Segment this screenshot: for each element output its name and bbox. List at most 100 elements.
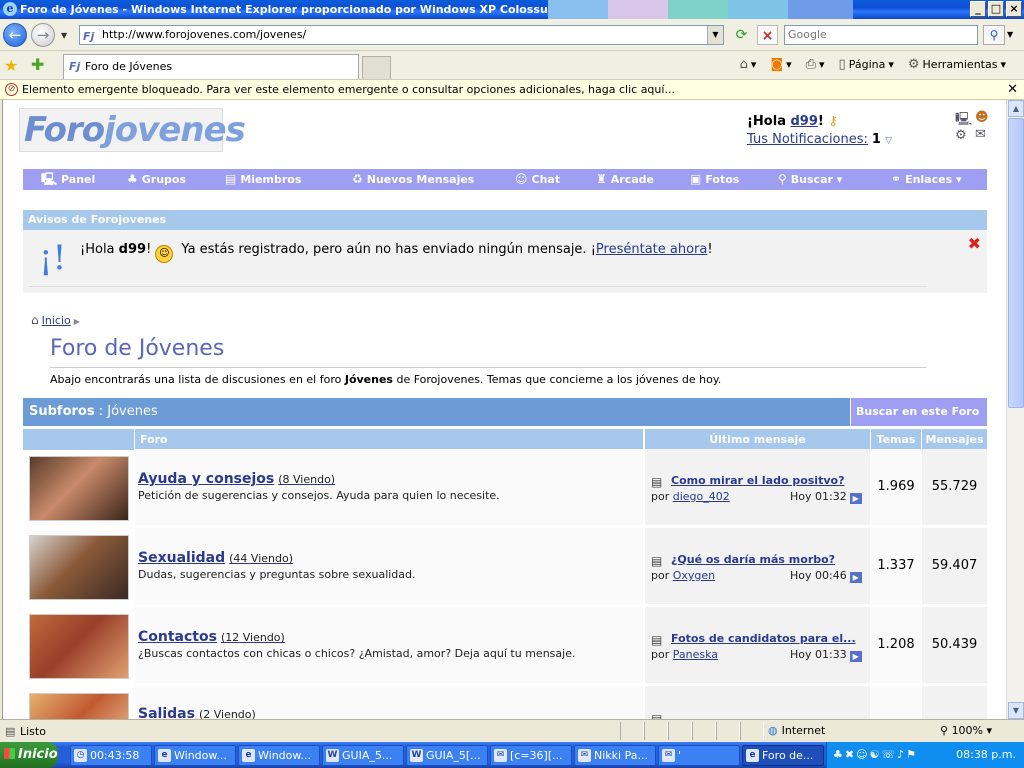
notifications-link[interactable]: Tus Notificaciones:	[747, 132, 868, 147]
taskbar-button[interactable]: W GUIA_5...	[322, 745, 404, 766]
link-icon: ⚭	[891, 172, 902, 186]
close-button[interactable]: ×	[1006, 1, 1022, 17]
print-button[interactable]: ⎙ ▾	[806, 57, 825, 72]
breadcrumb-inicio[interactable]: Inicio	[42, 314, 71, 327]
scroll-thumb[interactable]	[1008, 118, 1024, 408]
forum-thumbnail[interactable]	[29, 535, 129, 600]
author-link[interactable]: diego_402	[673, 490, 730, 503]
gear-icon: ⚙	[907, 57, 920, 72]
taskbar-button[interactable]: W GUIA_5[...	[406, 745, 488, 766]
taskbar-button[interactable]: ✉ [c=36][...	[490, 745, 572, 766]
forum-name-link[interactable]: Salidas (2 Viendo)	[138, 706, 256, 719]
forum-column-header: Foro	[135, 429, 643, 450]
task-app-icon: ✉	[662, 749, 675, 762]
infobar-close-icon[interactable]: ✕	[1007, 80, 1018, 99]
search-options-icon[interactable]: ▼	[1007, 30, 1013, 39]
nav-fotos[interactable]: ▣ Fotos	[690, 169, 739, 190]
forum-name-link[interactable]: Ayuda y consejos (8 Viendo)	[138, 471, 335, 487]
taskbar-button[interactable]: ✉ Nikki Pa...	[574, 745, 656, 766]
nav-nuevos-mensajes[interactable]: ♻ Nuevos Mensajes	[352, 169, 474, 190]
taskbar-button[interactable]: e Foro de...	[742, 745, 824, 766]
thumb-column-header	[23, 429, 134, 450]
nav-enlaces[interactable]: ⚭ Enlaces ▾	[891, 169, 961, 190]
last-post-title-link[interactable]: ¿Qué os daría más morbo?	[671, 553, 867, 566]
new-tab-button[interactable]	[362, 56, 391, 79]
favorites-star-icon[interactable]: ★	[4, 56, 18, 75]
last-post-title-link[interactable]: Fotos de candidatos para el...	[671, 632, 867, 645]
page-menu[interactable]: ▯ Página ▾	[839, 57, 894, 72]
start-button[interactable]: Inicio	[0, 742, 58, 768]
forum-thumbnail[interactable]	[29, 693, 129, 719]
author-link[interactable]: Oxygen	[673, 569, 715, 582]
username-link[interactable]: d99	[791, 114, 818, 129]
stop-icon[interactable]: ×	[757, 25, 778, 45]
notice-header: Avisos de Forojovenes	[23, 210, 987, 230]
nav-grupos[interactable]: ♣ Grupos	[127, 169, 186, 190]
forward-button[interactable]: →	[31, 23, 55, 47]
security-zone[interactable]: ◍ Internet	[768, 724, 825, 737]
forum-name-link[interactable]: Contactos (12 Viendo)	[138, 629, 285, 645]
add-favorite-icon[interactable]: ✚	[31, 55, 44, 74]
back-button[interactable]: ←	[3, 23, 27, 47]
forum-cell: Sexualidad (44 Viendo) Dudas, sugerencias …	[135, 528, 643, 604]
topics-count	[871, 686, 921, 719]
search-icon[interactable]: ⚲	[983, 25, 1005, 45]
last-post-time: Hoy 01:33 ▶	[790, 648, 862, 662]
nav-miembros[interactable]: ▤ Miembros	[225, 169, 301, 190]
author-link[interactable]: Paneska	[673, 648, 718, 661]
chevron-down-icon[interactable]: ▽	[885, 136, 892, 146]
forum-thumbnail[interactable]	[29, 614, 129, 679]
refresh-icon[interactable]: ⟳	[731, 25, 752, 45]
taskbar-button[interactable]: ◷ 00:43:58	[70, 745, 152, 766]
users-icon[interactable]: ☻	[975, 110, 989, 125]
taskbar-button[interactable]: e Window...	[154, 745, 236, 766]
feeds-button[interactable]: ◙ ▾	[770, 57, 791, 72]
task-app-icon: W	[410, 749, 423, 762]
tray-icons[interactable]: ♣✖☺☯☏♪⚑	[833, 748, 918, 761]
scroll-up-icon[interactable]: ▲	[1008, 100, 1024, 117]
mail-icon[interactable]: ✉	[975, 127, 986, 142]
zoom-level[interactable]: ⚲ 100% ▾	[940, 724, 992, 737]
taskbar-button[interactable]: ✉ '	[658, 745, 740, 766]
address-bar[interactable]: Fj http://www.forojovenes.com/jovenes/ ▼	[79, 25, 724, 45]
settings-gear-icon[interactable]: ⚙	[955, 128, 967, 143]
vertical-scrollbar[interactable]: ▲ ▼	[1006, 100, 1024, 719]
nav-arcade[interactable]: ♜ Arcade	[596, 169, 654, 190]
forum-thumbnail[interactable]	[29, 456, 129, 521]
go-to-post-icon[interactable]: ▶	[849, 651, 862, 662]
forum-name: Salidas	[138, 706, 195, 719]
page-icon: ▯	[838, 57, 846, 72]
keys-icon[interactable]: ⚷	[828, 114, 838, 129]
tab-title: Foro de Jóvenes	[85, 60, 173, 73]
address-dropdown-icon[interactable]: ▼	[707, 26, 723, 44]
posts-column-header: Mensajes	[922, 429, 987, 450]
forum-name-link[interactable]: Sexualidad (44 Viendo)	[138, 550, 293, 566]
tools-menu[interactable]: ⚙ Herramientas ▾	[908, 57, 1006, 72]
introduce-yourself-link[interactable]: Preséntate ahora	[596, 242, 707, 257]
last-post-cell: ▤ Como mirar el lado positvo? por diego_40…	[645, 449, 870, 525]
status-segment	[620, 722, 644, 740]
home-button[interactable]: ⌂ ▾	[740, 57, 757, 72]
search-forum-button[interactable]: Buscar en este Foro ▾	[851, 398, 987, 446]
history-dropdown-icon[interactable]: ▼	[61, 31, 67, 40]
nav-chat[interactable]: ☺ Chat	[515, 169, 560, 190]
scroll-down-icon[interactable]: ▼	[1008, 702, 1024, 719]
go-to-post-icon[interactable]: ▶	[849, 493, 862, 504]
last-post-when: Hoy 00:46	[790, 569, 847, 582]
home-icon[interactable]: ⌂	[31, 313, 39, 327]
dismiss-notice-icon[interactable]: ✖	[968, 234, 981, 253]
last-post-title-link[interactable]: Como mirar el lado positvo?	[671, 474, 867, 487]
document-icon: ▤	[651, 554, 663, 568]
search-input[interactable]: Google	[784, 25, 978, 45]
nav-buscar[interactable]: ⚲ Buscar ▾	[778, 169, 842, 190]
minimize-button[interactable]: _	[970, 1, 986, 17]
tab-foro-de-jovenes[interactable]: Fj Foro de Jóvenes	[63, 54, 359, 79]
camera-icon: ▣	[690, 172, 702, 186]
main-navbar: 🖳 Panel ♣ Grupos ▤ Miembros ♻ Nuevos Mensaje…	[23, 169, 987, 190]
site-logo[interactable]: Forojovenes	[19, 108, 246, 152]
popup-blocked-infobar[interactable]: ⊘ Elemento emergente bloqueado. Para ver…	[0, 80, 1024, 100]
taskbar-button[interactable]: e Window...	[238, 745, 320, 766]
go-to-post-icon[interactable]: ▶	[849, 572, 862, 583]
nav-panel[interactable]: 🖳 Panel	[41, 169, 95, 190]
maximize-button[interactable]: □	[988, 1, 1004, 17]
